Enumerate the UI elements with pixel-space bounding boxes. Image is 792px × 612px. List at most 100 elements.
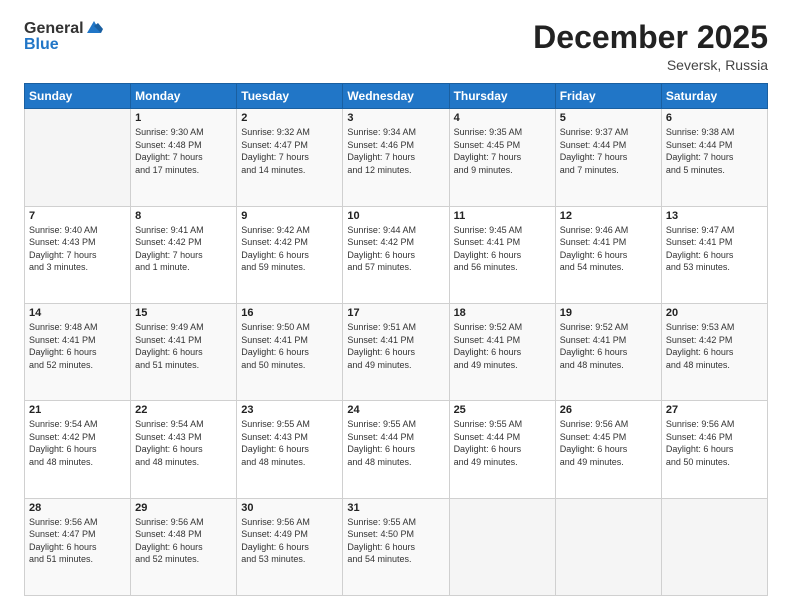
daylight-text: Daylight: 6 hours <box>560 346 657 359</box>
daylight-text: Daylight: 6 hours <box>135 443 232 456</box>
daylight-text: Daylight: 7 hours <box>241 151 338 164</box>
sunset-text: Sunset: 4:42 PM <box>666 334 763 347</box>
sunrise-text: Sunrise: 9:46 AM <box>560 224 657 237</box>
day-detail: Sunrise: 9:46 AMSunset: 4:41 PMDaylight:… <box>560 224 657 274</box>
day-detail: Sunrise: 9:49 AMSunset: 4:41 PMDaylight:… <box>135 321 232 371</box>
day-number: 27 <box>666 404 763 416</box>
daylight-text: Daylight: 6 hours <box>560 249 657 262</box>
sunset-text: Sunset: 4:41 PM <box>454 334 551 347</box>
sunrise-text: Sunrise: 9:38 AM <box>666 126 763 139</box>
sunrise-text: Sunrise: 9:34 AM <box>347 126 444 139</box>
daylight-text: Daylight: 6 hours <box>135 541 232 554</box>
day-number: 13 <box>666 210 763 222</box>
location: Seversk, Russia <box>533 57 768 73</box>
day-detail: Sunrise: 9:47 AMSunset: 4:41 PMDaylight:… <box>666 224 763 274</box>
sunrise-text: Sunrise: 9:51 AM <box>347 321 444 334</box>
daylight-minutes-text: and 9 minutes. <box>454 164 551 177</box>
day-number: 2 <box>241 112 338 124</box>
day-number: 3 <box>347 112 444 124</box>
day-number: 5 <box>560 112 657 124</box>
sunrise-text: Sunrise: 9:47 AM <box>666 224 763 237</box>
sunrise-text: Sunrise: 9:55 AM <box>454 418 551 431</box>
daylight-text: Daylight: 6 hours <box>29 443 126 456</box>
day-number: 14 <box>29 307 126 319</box>
logo-blue-text: Blue <box>24 36 103 54</box>
daylight-text: Daylight: 6 hours <box>241 541 338 554</box>
daylight-minutes-text: and 49 minutes. <box>347 359 444 372</box>
daylight-minutes-text: and 48 minutes. <box>29 456 126 469</box>
daylight-text: Daylight: 7 hours <box>560 151 657 164</box>
table-cell: 22Sunrise: 9:54 AMSunset: 4:43 PMDayligh… <box>131 401 237 498</box>
sunset-text: Sunset: 4:46 PM <box>347 139 444 152</box>
daylight-text: Daylight: 6 hours <box>666 346 763 359</box>
table-cell: 4 Sunrise: 9:35 AMSunset: 4:45 PMDaylight… <box>449 109 555 206</box>
day-number: 4 <box>454 112 551 124</box>
table-cell: 20Sunrise: 9:53 AMSunset: 4:42 PMDayligh… <box>661 303 767 400</box>
sunrise-text: Sunrise: 9:55 AM <box>241 418 338 431</box>
daylight-minutes-text: and 53 minutes. <box>241 553 338 566</box>
sunset-text: Sunset: 4:49 PM <box>241 528 338 541</box>
table-cell: 26Sunrise: 9:56 AMSunset: 4:45 PMDayligh… <box>555 401 661 498</box>
sunrise-text: Sunrise: 9:45 AM <box>454 224 551 237</box>
day-detail: Sunrise: 9:55 AMSunset: 4:44 PMDaylight:… <box>347 418 444 468</box>
sunrise-text: Sunrise: 9:56 AM <box>560 418 657 431</box>
daylight-text: Daylight: 6 hours <box>241 443 338 456</box>
day-detail: Sunrise: 9:53 AMSunset: 4:42 PMDaylight:… <box>666 321 763 371</box>
daylight-text: Daylight: 6 hours <box>560 443 657 456</box>
day-number: 18 <box>454 307 551 319</box>
page: General Blue December 2025 Seversk, Russ… <box>0 0 792 612</box>
daylight-text: Daylight: 6 hours <box>347 249 444 262</box>
table-cell: 7Sunrise: 9:40 AMSunset: 4:43 PMDaylight… <box>25 206 131 303</box>
table-cell: 11Sunrise: 9:45 AMSunset: 4:41 PMDayligh… <box>449 206 555 303</box>
sunset-text: Sunset: 4:41 PM <box>347 334 444 347</box>
sunrise-text: Sunrise: 9:54 AM <box>29 418 126 431</box>
day-detail: Sunrise: 9:37 AMSunset: 4:44 PMDaylight:… <box>560 126 657 176</box>
day-detail: Sunrise: 9:56 AMSunset: 4:47 PMDaylight:… <box>29 516 126 566</box>
sunset-text: Sunset: 4:47 PM <box>29 528 126 541</box>
daylight-minutes-text: and 51 minutes. <box>29 553 126 566</box>
day-number: 11 <box>454 210 551 222</box>
sunrise-text: Sunrise: 9:56 AM <box>241 516 338 529</box>
col-monday: Monday <box>131 84 237 109</box>
daylight-text: Daylight: 6 hours <box>241 249 338 262</box>
daylight-text: Daylight: 7 hours <box>666 151 763 164</box>
daylight-minutes-text: and 56 minutes. <box>454 261 551 274</box>
table-cell: 2Sunrise: 9:32 AMSunset: 4:47 PMDaylight… <box>237 109 343 206</box>
table-cell: 6Sunrise: 9:38 AMSunset: 4:44 PMDaylight… <box>661 109 767 206</box>
day-detail: Sunrise: 9:35 AMSunset: 4:45 PMDaylight:… <box>454 126 551 176</box>
day-detail: Sunrise: 9:55 AMSunset: 4:50 PMDaylight:… <box>347 516 444 566</box>
sunset-text: Sunset: 4:42 PM <box>347 236 444 249</box>
day-number: 26 <box>560 404 657 416</box>
sunset-text: Sunset: 4:41 PM <box>560 236 657 249</box>
table-cell: 5 Sunrise: 9:37 AMSunset: 4:44 PMDaylight… <box>555 109 661 206</box>
day-number: 21 <box>29 404 126 416</box>
sunset-text: Sunset: 4:41 PM <box>241 334 338 347</box>
day-number: 7 <box>29 210 126 222</box>
title-block: December 2025 Seversk, Russia <box>533 20 768 73</box>
col-saturday: Saturday <box>661 84 767 109</box>
daylight-minutes-text: and 52 minutes. <box>135 553 232 566</box>
daylight-minutes-text: and 51 minutes. <box>135 359 232 372</box>
table-cell: 3Sunrise: 9:34 AMSunset: 4:46 PMDaylight… <box>343 109 449 206</box>
daylight-text: Daylight: 6 hours <box>347 541 444 554</box>
day-detail: Sunrise: 9:52 AMSunset: 4:41 PMDaylight:… <box>560 321 657 371</box>
sunset-text: Sunset: 4:41 PM <box>29 334 126 347</box>
sunrise-text: Sunrise: 9:50 AM <box>241 321 338 334</box>
sunrise-text: Sunrise: 9:37 AM <box>560 126 657 139</box>
sunset-text: Sunset: 4:42 PM <box>29 431 126 444</box>
sunset-text: Sunset: 4:50 PM <box>347 528 444 541</box>
daylight-minutes-text: and 3 minutes. <box>29 261 126 274</box>
day-detail: Sunrise: 9:56 AMSunset: 4:48 PMDaylight:… <box>135 516 232 566</box>
calendar-week-2: 7Sunrise: 9:40 AMSunset: 4:43 PMDaylight… <box>25 206 768 303</box>
sunrise-text: Sunrise: 9:40 AM <box>29 224 126 237</box>
day-detail: Sunrise: 9:41 AMSunset: 4:42 PMDaylight:… <box>135 224 232 274</box>
daylight-text: Daylight: 6 hours <box>454 249 551 262</box>
day-detail: Sunrise: 9:56 AMSunset: 4:49 PMDaylight:… <box>241 516 338 566</box>
table-cell: 27Sunrise: 9:56 AMSunset: 4:46 PMDayligh… <box>661 401 767 498</box>
daylight-minutes-text: and 49 minutes. <box>454 456 551 469</box>
day-number: 17 <box>347 307 444 319</box>
day-number: 9 <box>241 210 338 222</box>
month-title: December 2025 <box>533 20 768 55</box>
sunrise-text: Sunrise: 9:49 AM <box>135 321 232 334</box>
sunrise-text: Sunrise: 9:55 AM <box>347 418 444 431</box>
